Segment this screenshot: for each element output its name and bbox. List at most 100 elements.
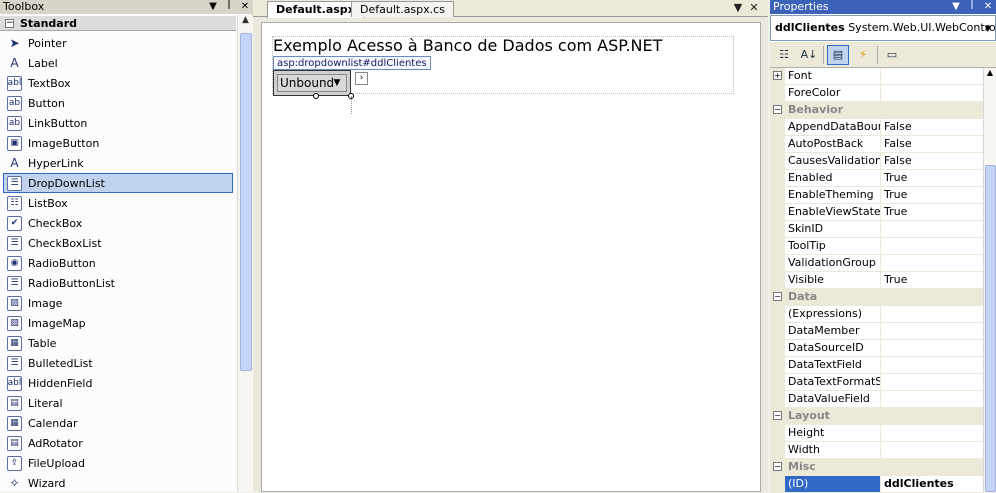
property-row[interactable]: Enabled True <box>770 170 983 187</box>
toolbox-item-checkboxlist[interactable]: ☰ CheckBoxList <box>0 233 236 253</box>
property-row[interactable]: DataTextFormatStr <box>770 374 983 391</box>
toolbox-item-imagemap[interactable]: ▧ ImageMap <box>0 313 236 333</box>
property-value[interactable]: ddlClientes <box>881 476 983 492</box>
property-row[interactable]: DataTextField <box>770 357 983 374</box>
property-value[interactable] <box>881 221 983 237</box>
object-selector[interactable]: ddlClientes System.Web.UI.WebControls ▼ <box>770 15 996 41</box>
toolbox-item-literal[interactable]: ▤ Literal <box>0 393 236 413</box>
property-value[interactable] <box>881 340 983 356</box>
property-row[interactable]: AutoPostBack False <box>770 136 983 153</box>
property-value[interactable] <box>881 357 983 373</box>
toolbox-item-image[interactable]: ▨ Image <box>0 293 236 313</box>
toolbox-item-button[interactable]: ab Button <box>0 93 236 113</box>
property-value[interactable] <box>881 238 983 254</box>
close-document-icon[interactable]: ✕ <box>747 1 761 14</box>
property-value[interactable]: False <box>881 153 983 169</box>
category-data[interactable]: − Data <box>770 289 983 306</box>
toolbox-item-pointer[interactable]: ➤ Pointer <box>0 33 236 53</box>
scroll-up-icon[interactable]: ▲ <box>238 15 253 31</box>
property-row[interactable]: ToolTip <box>770 238 983 255</box>
pin-icon[interactable]: ꟾ <box>964 0 980 14</box>
toolbox-item-checkbox[interactable]: ✔ CheckBox <box>0 213 236 233</box>
property-value[interactable] <box>881 391 983 407</box>
toolbox-item-listbox[interactable]: ☷ ListBox <box>0 193 236 213</box>
property-value[interactable]: False <box>881 136 983 152</box>
toolbox-item-hiddenfield[interactable]: abl HiddenField <box>0 373 236 393</box>
collapse-icon[interactable]: − <box>773 105 782 114</box>
alphabetical-icon[interactable]: A↓ <box>798 45 820 65</box>
toolbox-item-wizard[interactable]: ✧ Wizard <box>0 473 236 493</box>
property-value[interactable] <box>881 306 983 322</box>
category-behavior[interactable]: − Behavior <box>770 102 983 119</box>
toolbox-group-standard[interactable]: − Standard <box>0 15 236 31</box>
category-layout[interactable]: − Layout <box>770 408 983 425</box>
collapse-icon[interactable]: − <box>5 19 14 28</box>
toolbox-item-bulletedlist[interactable]: ☰ BulletedList <box>0 353 236 373</box>
toolbox-item-table[interactable]: ▦ Table <box>0 333 236 353</box>
toolbox-item-dropdownlist[interactable]: ☰ DropDownList <box>3 173 233 193</box>
toolbox-item-adrotator[interactable]: ▤ AdRotator <box>0 433 236 453</box>
toolbox-scrollbar[interactable]: ▲ <box>237 15 253 492</box>
property-row[interactable]: Visible True <box>770 272 983 289</box>
resize-handle-bottom[interactable] <box>313 93 319 99</box>
property-row[interactable]: Width <box>770 442 983 459</box>
expand-icon[interactable]: + <box>773 71 782 80</box>
property-value[interactable] <box>881 425 983 441</box>
property-row[interactable]: + Font <box>770 68 983 85</box>
pin-icon[interactable]: ꟾ <box>221 0 237 14</box>
property-value[interactable]: True <box>881 204 983 220</box>
toolbox-item-radiobuttonlist[interactable]: ☰ RadioButtonList <box>0 273 236 293</box>
toolbox-item-textbox[interactable]: abl TextBox <box>0 73 236 93</box>
category-misc[interactable]: − Misc <box>770 459 983 476</box>
property-row[interactable]: SkinID <box>770 221 983 238</box>
tab-default-aspx-cs[interactable]: Default.aspx.cs <box>351 1 454 17</box>
property-value[interactable]: True <box>881 170 983 186</box>
property-value[interactable] <box>881 374 983 390</box>
design-surface[interactable]: Exemplo Acesso à Banco de Dados com ASP.… <box>261 22 761 492</box>
window-position-icon[interactable]: ▼ <box>205 0 221 14</box>
collapse-icon[interactable]: − <box>773 462 782 471</box>
scroll-up-icon[interactable]: ▲ <box>984 68 996 84</box>
toolbox-item-hyperlink[interactable]: A HyperLink <box>0 153 236 173</box>
property-value[interactable]: False <box>881 119 983 135</box>
property-row[interactable]: CausesValidation False <box>770 153 983 170</box>
page-heading[interactable]: Exemplo Acesso à Banco de Dados com ASP.… <box>273 36 662 55</box>
tab-default-aspx[interactable]: Default.aspx <box>267 1 364 18</box>
property-value[interactable] <box>881 442 983 458</box>
toolbox-item-radiobutton[interactable]: ◉ RadioButton <box>0 253 236 273</box>
tab-list-icon[interactable]: ▼ <box>731 1 745 14</box>
dropdown-arrow-icon[interactable]: ▼ <box>330 77 344 90</box>
dropdownlist-control[interactable]: Unbound ▼ <box>273 70 351 96</box>
property-row[interactable]: AppendDataBoundFalse <box>770 119 983 136</box>
window-position-icon[interactable]: ▼ <box>948 0 964 14</box>
scroll-thumb[interactable] <box>240 33 252 371</box>
toolbox-item-fileupload[interactable]: ⇪ FileUpload <box>0 453 236 473</box>
toolbox-item-label[interactable]: A Label <box>0 53 236 73</box>
toolbox-item-imagebutton[interactable]: ▣ ImageButton <box>0 133 236 153</box>
property-row[interactable]: EnableTheming True <box>770 187 983 204</box>
property-row[interactable]: (Expressions) <box>770 306 983 323</box>
dropdown-box[interactable]: Unbound ▼ <box>277 74 347 92</box>
collapse-icon[interactable]: − <box>773 411 782 420</box>
close-icon[interactable]: ✕ <box>980 0 996 14</box>
property-row[interactable]: DataValueField <box>770 391 983 408</box>
property-value[interactable] <box>881 323 983 339</box>
toolbox-item-linkbutton[interactable]: ab LinkButton <box>0 113 236 133</box>
property-row[interactable]: ValidationGroup <box>770 255 983 272</box>
collapse-icon[interactable]: − <box>773 292 782 301</box>
scroll-thumb[interactable] <box>985 165 996 492</box>
properties-scrollbar[interactable]: ▲ <box>983 68 996 492</box>
property-row[interactable]: EnableViewState True <box>770 204 983 221</box>
property-row[interactable]: DataSourceID <box>770 340 983 357</box>
toolbox-item-calendar[interactable]: ▦ Calendar <box>0 413 236 433</box>
categorized-icon[interactable]: ☷ <box>773 45 795 65</box>
property-pages-icon[interactable]: ▭ <box>881 45 903 65</box>
property-value[interactable] <box>881 85 983 101</box>
property-row[interactable]: DataMember <box>770 323 983 340</box>
object-dropdown-icon[interactable]: ▼ <box>982 17 994 40</box>
property-row[interactable]: ForeColor <box>770 85 983 102</box>
close-icon[interactable]: ✕ <box>237 0 253 14</box>
property-value[interactable]: True <box>881 272 983 288</box>
property-value[interactable]: True <box>881 187 983 203</box>
events-icon[interactable]: ⚡ <box>852 45 874 65</box>
